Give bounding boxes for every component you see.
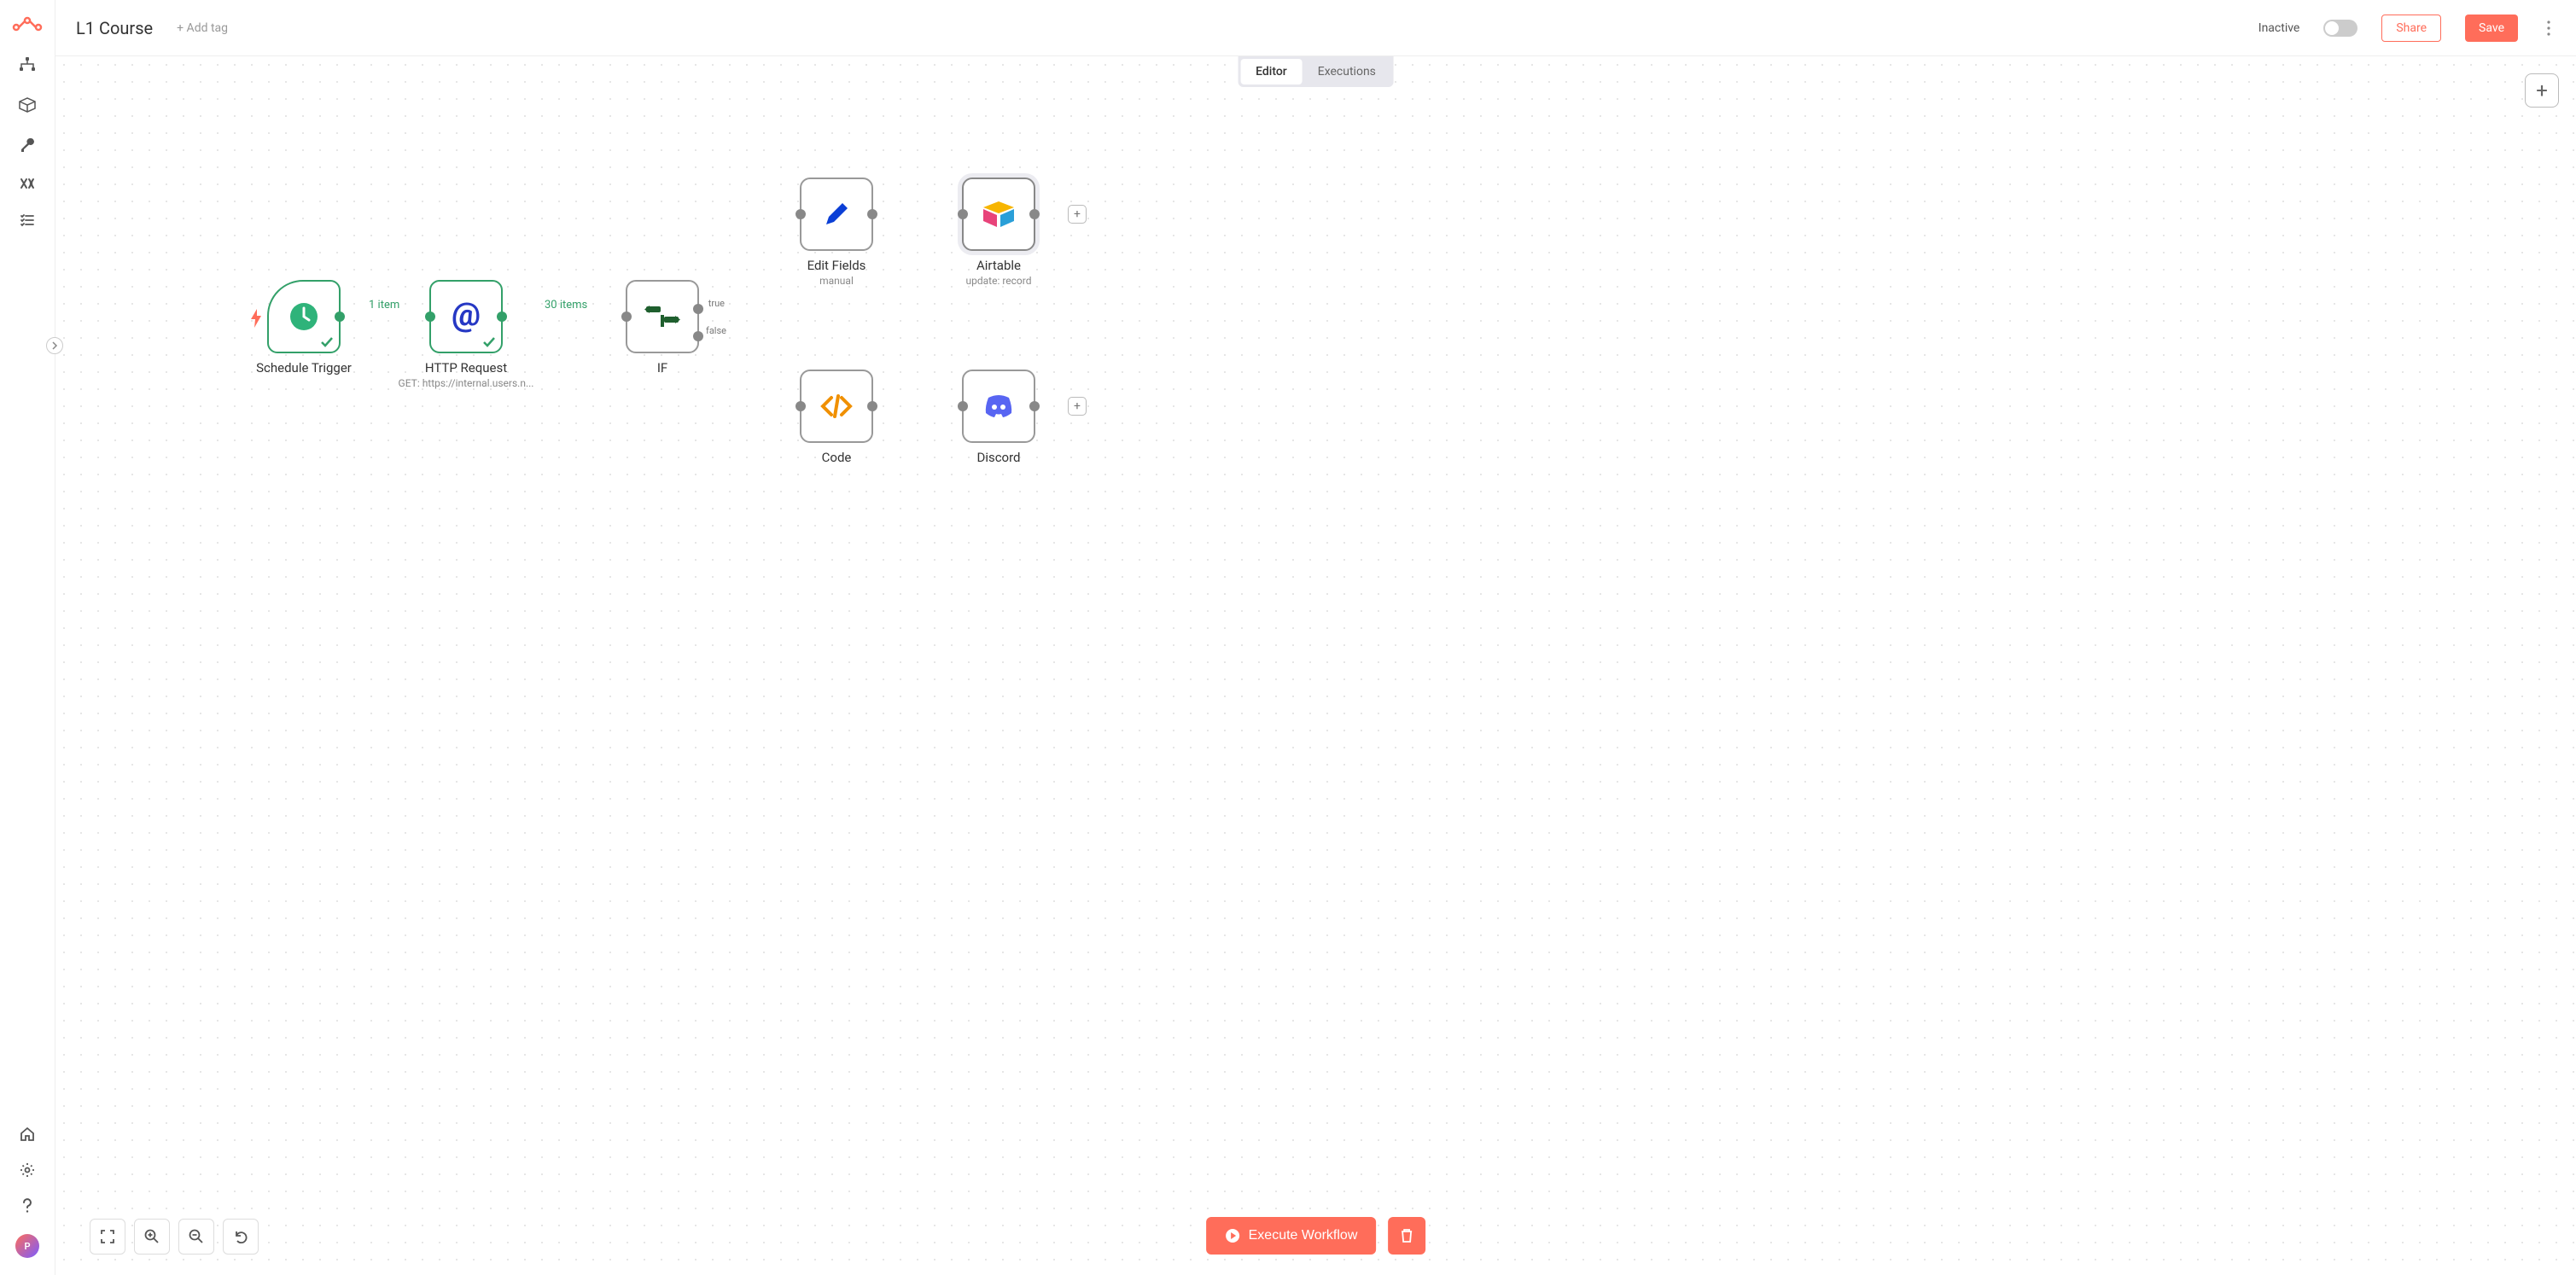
home-icon[interactable] (20, 1127, 35, 1142)
executions-list-icon[interactable] (20, 213, 35, 227)
output-port[interactable] (1029, 401, 1040, 411)
add-connection-button[interactable]: + (1068, 397, 1087, 416)
canvas-tools (90, 1219, 259, 1255)
output-port-false[interactable] (693, 331, 703, 341)
more-menu-button[interactable] (2542, 20, 2556, 36)
node-sublabel: update: record (905, 275, 1093, 287)
undo-button[interactable] (223, 1219, 259, 1255)
input-port[interactable] (958, 401, 968, 411)
edge-label: 30 items (545, 299, 587, 311)
workflow-canvas[interactable]: Editor Executions + (55, 56, 2576, 1275)
settings-icon[interactable] (20, 1162, 35, 1178)
workflow-header: L1 Course + Add tag Inactive Share Save (55, 0, 2576, 56)
workflow-edges (55, 56, 312, 184)
templates-icon[interactable] (19, 97, 36, 113)
add-tag-button[interactable]: + Add tag (177, 21, 228, 35)
fit-view-button[interactable] (90, 1219, 125, 1255)
execute-label: Execute Workflow (1249, 1228, 1358, 1243)
zoom-in-button[interactable] (134, 1219, 170, 1255)
input-port[interactable] (796, 401, 806, 411)
input-port[interactable] (796, 209, 806, 219)
svg-text:@: @ (452, 298, 481, 334)
workflow-active-toggle[interactable] (2323, 20, 2357, 37)
node-label: Code (743, 450, 930, 465)
input-port[interactable] (621, 311, 632, 322)
node-label: IF (568, 360, 756, 376)
node-code[interactable] (800, 370, 873, 443)
tab-editor[interactable]: Editor (1240, 59, 1303, 84)
play-icon (1225, 1228, 1240, 1243)
add-node-button[interactable]: + (2525, 73, 2559, 108)
output-port[interactable] (497, 311, 507, 322)
execute-workflow-button[interactable]: Execute Workflow (1206, 1217, 1377, 1255)
node-label: Discord (905, 450, 1093, 465)
node-sublabel: manual (743, 275, 930, 287)
node-label: Edit Fields (743, 258, 930, 273)
save-button[interactable]: Save (2465, 15, 2518, 42)
app-logo[interactable] (12, 15, 43, 32)
workflow-status-label: Inactive (2258, 21, 2300, 35)
input-port[interactable] (958, 209, 968, 219)
add-connection-button[interactable]: + (1068, 205, 1087, 224)
node-discord[interactable] (962, 370, 1035, 443)
node-http-request[interactable]: @ (429, 280, 503, 353)
port-label-false: false (706, 325, 726, 336)
node-status-check-icon (320, 336, 334, 348)
node-edit-fields[interactable] (800, 178, 873, 251)
delete-button[interactable] (1388, 1217, 1425, 1255)
help-icon[interactable] (21, 1198, 33, 1214)
node-label: HTTP Request (372, 360, 560, 376)
execute-bar: Execute Workflow (1206, 1217, 1426, 1255)
node-status-check-icon (482, 336, 496, 348)
output-port[interactable] (867, 401, 877, 411)
trash-icon (1400, 1228, 1413, 1243)
node-sublabel: GET: https://internal.users.n... (372, 377, 560, 389)
node-schedule-trigger[interactable] (267, 280, 341, 353)
workflow-title[interactable]: L1 Course (76, 18, 153, 38)
output-port-true[interactable] (693, 304, 703, 314)
node-if[interactable]: true false (626, 280, 699, 353)
input-port[interactable] (425, 311, 435, 322)
port-label-true: true (708, 298, 725, 309)
edge-label: 1 item (369, 299, 399, 311)
zoom-out-button[interactable] (178, 1219, 214, 1255)
variables-icon[interactable] (20, 178, 35, 189)
output-port[interactable] (867, 209, 877, 219)
user-avatar[interactable]: P (15, 1234, 39, 1258)
node-label: Schedule Trigger (210, 360, 398, 376)
view-tabs: Editor Executions (1238, 56, 1394, 87)
output-port[interactable] (1029, 209, 1040, 219)
sidebar: P (0, 0, 55, 1275)
output-port[interactable] (335, 311, 345, 322)
tab-executions[interactable]: Executions (1303, 59, 1391, 84)
node-label: Airtable (905, 258, 1093, 273)
node-airtable[interactable] (962, 178, 1035, 251)
share-button[interactable]: Share (2381, 15, 2441, 42)
credentials-icon[interactable] (19, 137, 36, 154)
workflows-icon[interactable] (19, 56, 36, 73)
trigger-bolt-icon (250, 309, 262, 328)
